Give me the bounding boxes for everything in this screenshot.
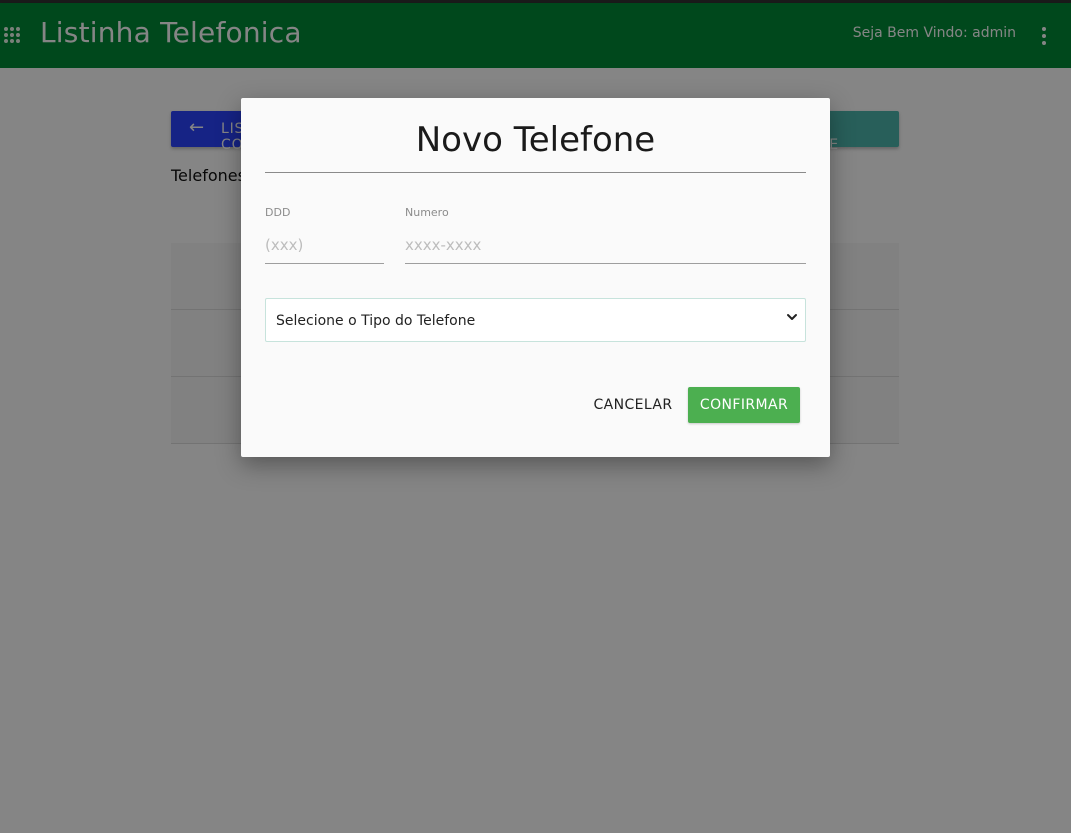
phone-type-select[interactable]: Selecione o Tipo do Telefone <box>265 298 806 342</box>
chevron-down-icon <box>787 314 797 320</box>
dialog-divider <box>265 172 806 173</box>
numero-input[interactable] <box>405 226 806 264</box>
ddd-input[interactable] <box>265 226 384 264</box>
ddd-field: DDD <box>265 206 384 264</box>
cancel-button[interactable]: CANCELAR <box>587 387 679 423</box>
numero-label: Numero <box>405 206 449 219</box>
new-phone-dialog: Novo Telefone DDD Numero Selecione o Tip… <box>241 98 830 457</box>
ddd-label: DDD <box>265 206 291 219</box>
confirm-button[interactable]: CONFIRMAR <box>688 387 800 423</box>
dialog-title: Novo Telefone <box>415 120 656 160</box>
numero-field: Numero <box>405 206 806 264</box>
phone-type-selected: Selecione o Tipo do Telefone <box>276 313 476 329</box>
